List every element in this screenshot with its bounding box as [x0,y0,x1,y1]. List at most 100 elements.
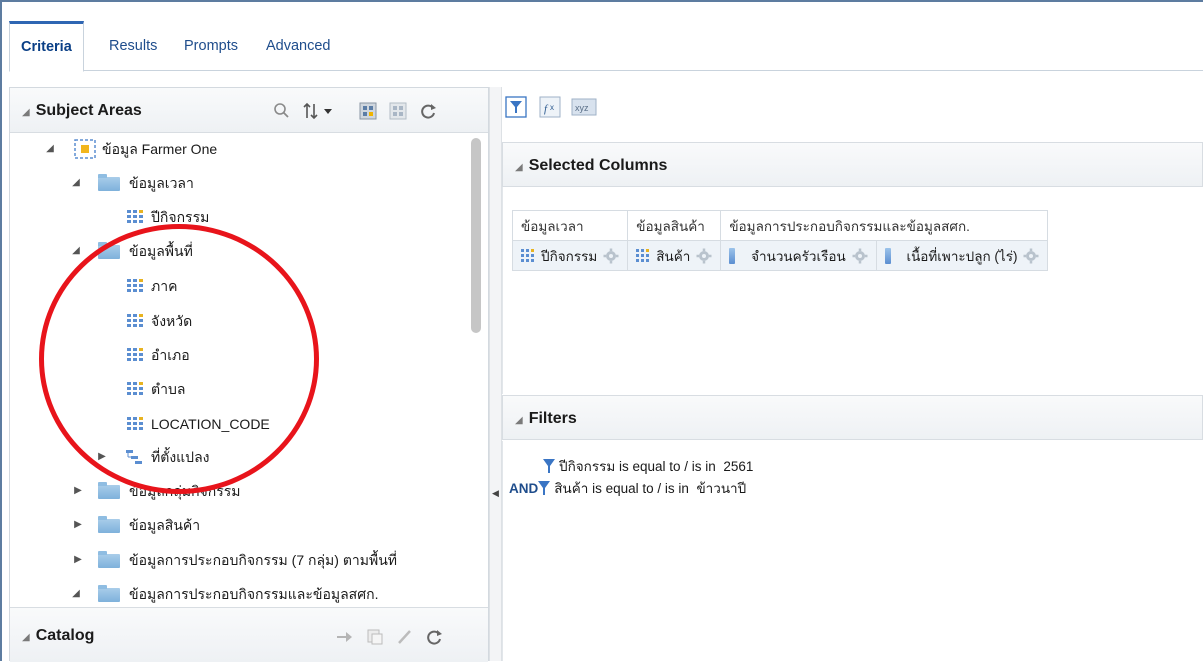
filter-operator: is equal to / is in [619,459,716,474]
column-options-gear-icon[interactable] [603,248,619,264]
refresh-icon[interactable] [418,101,438,121]
selected-columns-table: ข้อมูลเวลา ข้อมูลสินค้า ข้อมูลการประกอบก… [511,210,1049,271]
filter-item[interactable]: AND สินค้า is equal to / is in ข้าวนาปี [509,479,746,499]
tree-item-label: ข้อมูลพื้นที่ [129,243,193,259]
tree-item-activity-year[interactable]: ปีกิจกรรม [10,202,465,232]
selected-column-activity-year[interactable]: ปีกิจกรรม [511,240,629,271]
tree-item-region[interactable]: ภาค [10,271,465,301]
catalog-refresh-icon[interactable] [424,627,444,647]
tree-item-activity-group-folder[interactable]: ▶ ข้อมูลกลุ่มกิจกรรม [10,476,465,506]
measure-column-icon [729,247,736,264]
tree-item-label: ข้อมูลเวลา [129,175,194,191]
folder-icon [98,551,120,568]
filter-item[interactable]: ปีกิจกรรม is equal to / is in 2561 [543,457,753,477]
collapse-twisty-icon[interactable]: ▶ [96,442,108,472]
tab-prompts[interactable]: Prompts [173,21,249,71]
arrow-right-icon[interactable] [334,627,354,647]
catalog-header: ◢ Catalog [10,607,488,662]
remove-selected-icon[interactable] [388,101,408,121]
svg-text:xyz: xyz [575,103,589,113]
collapse-triangle-icon[interactable]: ◢ [22,90,30,135]
column-options-gear-icon[interactable] [696,248,712,264]
filter-operator: is equal to / is in [592,481,689,496]
selected-column-label: ปีกิจกรรม [541,248,598,264]
filters-header: ◢ Filters [502,395,1203,440]
collapse-triangle-icon[interactable]: ◢ [515,145,523,190]
tree-item-label: ข้อมูลกลุ่มกิจกรรม [129,483,241,499]
add-selected-icon[interactable] [358,101,378,121]
expand-twisty-icon[interactable]: ◢ [44,134,56,164]
subject-area-tree: ◢ ข้อมูล Farmer One ◢ ข้อมูลเวลา ปีกิจกร… [10,134,465,607]
tree-item-province[interactable]: จังหวัด [10,306,465,336]
filter-connector[interactable]: AND [509,481,538,496]
tab-bar: Criteria Results Prompts Advanced [9,17,1203,72]
column-options-gear-icon[interactable] [852,248,868,264]
attribute-column-icon [127,417,143,432]
tree-item-subdistrict[interactable]: ตำบล [10,374,465,404]
column-formula-icon[interactable]: fx [539,96,561,118]
tree-item-activity-7-groups-folder[interactable]: ▶ ข้อมูลการประกอบกิจกรรม (7 กลุ่ม) ตามพื… [10,545,465,575]
tree-item-time-folder[interactable]: ◢ ข้อมูลเวลา [10,168,465,198]
tree-item-label: ข้อมูลการประกอบกิจกรรมและข้อมูลสศก. [129,586,379,602]
tree-item-label: ข้อมูล Farmer One [102,141,218,157]
column-group-header: ข้อมูลการประกอบกิจกรรมและข้อมูลสศก. [720,210,1049,241]
sort-dropdown-icon[interactable] [302,101,336,121]
tree-item-plot-location[interactable]: ▶ ที่ตั้งแปลง [10,442,465,472]
tree-item-district[interactable]: อำเภอ [10,340,465,370]
collapse-twisty-icon[interactable]: ▶ [72,545,84,575]
scroll-thumb[interactable] [471,138,481,333]
selected-column-households[interactable]: จำนวนครัวเรือน [720,240,877,271]
selected-column-planted-area[interactable]: เนื้อที่เพาะปลูก (ไร่) [875,240,1049,271]
svg-text:x: x [550,103,554,112]
column-group-header: ข้อมูลสินค้า [627,210,722,241]
attribute-column-icon [636,249,650,262]
search-icon[interactable] [272,101,292,121]
collapse-twisty-icon[interactable]: ▶ [72,476,84,506]
xyz-sql-icon[interactable]: xyz [571,98,597,116]
catalog-title: Catalog [35,627,95,644]
tree-item-label: จังหวัด [151,313,193,329]
tree-item-farmer-one[interactable]: ◢ ข้อมูล Farmer One [10,134,465,164]
collapse-left-arrow-icon[interactable]: ◀ [492,488,500,502]
subject-areas-header: ◢ Subject Areas [10,88,488,133]
panel-splitter[interactable]: ◀ [489,87,502,661]
tree-item-activity-oae-folder[interactable]: ◢ ข้อมูลการประกอบกิจกรรมและข้อมูลสศก. [10,579,465,607]
column-group-header: ข้อมูลเวลา [511,210,629,241]
tab-criteria[interactable]: Criteria [9,21,84,72]
collapse-twisty-icon[interactable]: ▶ [72,510,84,540]
column-group-row: ข้อมูลเวลา ข้อมูลสินค้า ข้อมูลการประกอบก… [511,210,1049,241]
edit-pencil-icon[interactable] [395,627,415,647]
tree-item-label: ตำบล [151,381,186,397]
tab-advanced[interactable]: Advanced [255,21,342,71]
attribute-column-icon [127,382,143,397]
copy-icon[interactable] [365,627,385,647]
tree-item-label: ข้อมูลการประกอบกิจกรรม (7 กลุ่ม) ตามพื้น… [129,552,398,568]
collapse-triangle-icon[interactable]: ◢ [515,398,523,443]
measure-column-icon [884,247,891,264]
tree-item-area-folder[interactable]: ◢ ข้อมูลพื้นที่ [10,236,465,266]
selected-columns-row: ปีกิจกรรม สินค้า จำนวนครัวเรือน เนื้อที่… [511,240,1049,271]
attribute-column-icon [127,279,143,294]
tree-item-label: ข้อมูลสินค้า [129,517,201,533]
attribute-column-icon [127,314,143,329]
tree-scrollbar[interactable] [470,138,482,608]
collapse-triangle-icon[interactable]: ◢ [22,610,30,665]
selected-column-label: เนื้อที่เพาะปลูก (ไร่) [906,248,1018,264]
expand-twisty-icon[interactable]: ◢ [70,168,82,198]
filter-column: สินค้า [554,481,589,496]
expand-twisty-icon[interactable]: ◢ [70,579,82,607]
tree-item-product-folder[interactable]: ▶ ข้อมูลสินค้า [10,510,465,540]
subject-areas-title: Subject Areas [35,102,142,119]
tree-item-label: ปีกิจกรรม [151,209,210,225]
tab-results[interactable]: Results [98,21,168,71]
filter-toolbar-icon[interactable] [505,96,527,118]
window-frame-left [0,0,2,661]
selected-column-label: จำนวนครัวเรือน [751,248,846,264]
filters-body: ปีกิจกรรม is equal to / is in 2561 AND สิ… [502,441,1203,661]
expand-twisty-icon[interactable]: ◢ [70,236,82,266]
folder-icon [98,585,120,602]
column-options-gear-icon[interactable] [1023,248,1039,264]
tree-item-location-code[interactable]: LOCATION_CODE [10,409,465,439]
folder-icon [98,516,120,533]
selected-column-product[interactable]: สินค้า [627,240,722,271]
